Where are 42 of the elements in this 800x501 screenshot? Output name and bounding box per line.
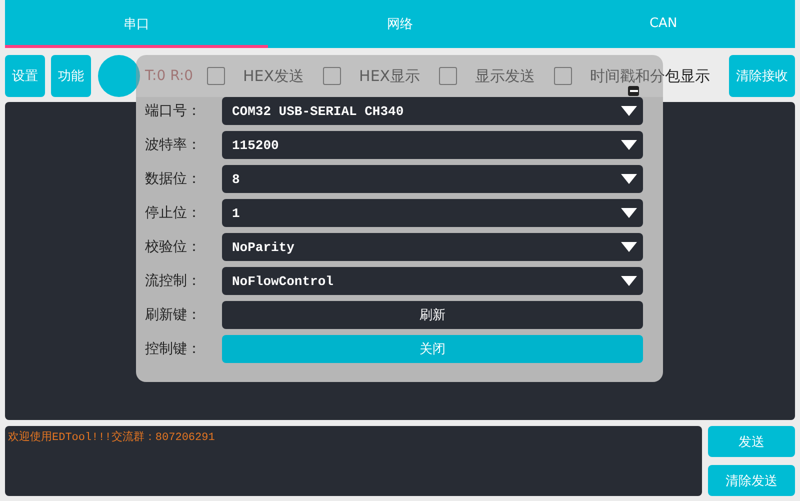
caret-icon	[621, 242, 637, 252]
tab[interactable]: 串口	[5, 0, 268, 48]
send-field[interactable]: 欢迎使用EDTool!!!交流群：807206291	[5, 426, 702, 496]
close-button[interactable]: 关闭	[222, 335, 643, 363]
checkbox-label: HEX发送	[243, 66, 304, 86]
minimize-icon[interactable]	[628, 86, 639, 96]
toolbar-button[interactable]: 功能	[51, 55, 91, 97]
dropdown[interactable]: 115200	[222, 131, 643, 159]
caret-icon	[621, 208, 637, 218]
checkbox[interactable]	[439, 67, 458, 85]
tab[interactable]: 网络	[268, 0, 532, 48]
refresh-button[interactable]: 刷新	[222, 301, 643, 329]
checkbox[interactable]	[323, 67, 342, 85]
field-label: 波特率：	[145, 136, 202, 154]
tab[interactable]: CAN	[532, 0, 795, 48]
caret-icon	[621, 276, 637, 286]
caret-icon	[621, 140, 637, 150]
caret-icon	[621, 106, 637, 116]
circle-button[interactable]	[98, 55, 140, 97]
dropdown[interactable]: NoFlowControl	[222, 267, 643, 295]
field-label: 数据位：	[145, 170, 202, 188]
dropdown[interactable]: COM32 USB-SERIAL CH340	[222, 97, 643, 125]
field-label: 流控制：	[145, 272, 202, 290]
send-button[interactable]: 清除发送	[708, 465, 795, 496]
checkbox-label: 显示发送	[475, 66, 536, 86]
counter-text: T:0 R:0	[145, 68, 194, 84]
field-label: 停止位：	[145, 204, 202, 222]
field-label: 控制键：	[145, 340, 202, 358]
dropdown[interactable]: NoParity	[222, 233, 643, 261]
field-label: 端口号：	[145, 102, 202, 120]
dropdown[interactable]: 8	[222, 165, 643, 193]
toolbar-button[interactable]: 设置	[5, 55, 45, 97]
send-button[interactable]: 发送	[708, 426, 795, 457]
checkbox[interactable]	[207, 67, 225, 85]
field-label: 校验位：	[145, 238, 202, 256]
checkbox[interactable]	[554, 67, 572, 85]
checkbox-label: HEX显示	[359, 66, 420, 86]
dropdown[interactable]: 1	[222, 199, 643, 227]
caret-icon	[621, 174, 637, 184]
field-label: 刷新键：	[145, 306, 202, 324]
checkbox-label: 时间戳和分包显示	[590, 66, 710, 86]
clear-receive-button[interactable]: 清除接收	[729, 55, 795, 97]
